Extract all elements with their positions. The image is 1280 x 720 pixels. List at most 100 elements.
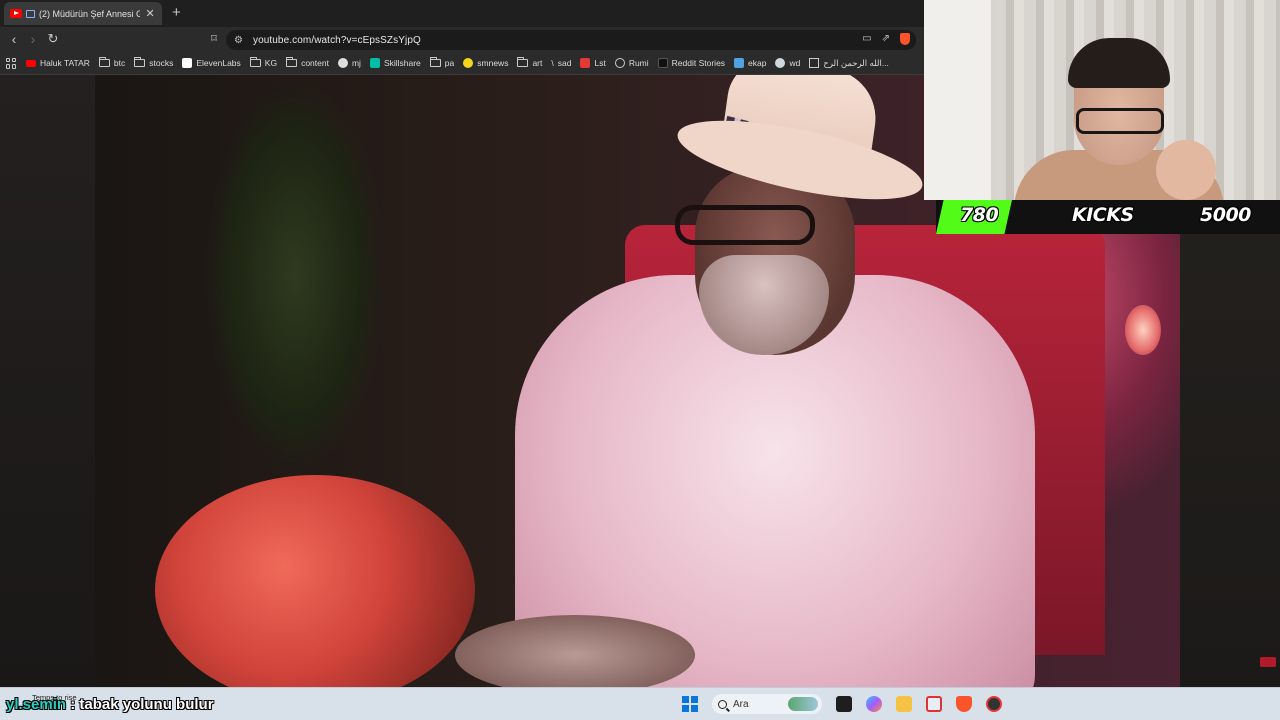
taskbar-icons: Ara <box>682 694 1002 714</box>
bookmark-content[interactable]: content <box>286 57 329 68</box>
browser-toolbar: ‹ › ↻ ⌑ ⚙ youtube.com/watch?v=cEpsSZsYjp… <box>0 27 924 52</box>
screen: (2) Müdürün Şef Annesi Gordo ✕ + ‹ › ↻ ⌑… <box>0 0 1280 720</box>
man-glasses <box>675 205 815 245</box>
address-bar[interactable]: ⚙ youtube.com/watch?v=cEpsSZsYjpQ ▭ ⇗ <box>226 30 916 50</box>
browser-tab[interactable]: (2) Müdürün Şef Annesi Gordo ✕ <box>4 2 162 25</box>
bookmark-page-icon[interactable]: ⌑ <box>206 31 222 47</box>
search-placeholder: Ara <box>733 698 749 710</box>
candle-light <box>1125 305 1161 355</box>
food-plate <box>455 615 695 687</box>
bookmark-sad[interactable]: \ sad <box>551 58 571 68</box>
bookmark-mj[interactable]: mj <box>337 58 361 68</box>
bird-icon <box>734 58 745 68</box>
tab-title: (2) Müdürün Şef Annesi Gordo <box>39 8 141 19</box>
bookmark-label: content <box>301 58 329 68</box>
bookmark-kg[interactable]: KG <box>249 57 278 68</box>
bookmark-label: btc <box>113 58 126 68</box>
bookmark-arabic[interactable]: الله الرحمن الرح... <box>809 58 889 69</box>
bookmark-label: KG <box>264 58 278 68</box>
kicks-label: KICKS <box>1072 204 1134 226</box>
bookmark-label: ekap <box>748 58 767 68</box>
bookmark-wd[interactable]: wd <box>775 58 800 68</box>
bookmark-label: stocks <box>149 58 174 68</box>
kicks-current: 780 <box>960 204 999 226</box>
bookmark-label: Reddit Stories <box>671 58 726 68</box>
bookmark-label: Haluk TATAR <box>40 58 90 68</box>
folder-icon <box>134 57 146 67</box>
bookmark-label: Lst <box>594 58 606 68</box>
bookmark-lst[interactable]: Lst <box>580 58 606 68</box>
streamer-webcam <box>924 0 1280 200</box>
url-text: youtube.com/watch?v=cEpsSZsYjpQ <box>252 34 421 46</box>
new-tab-icon[interactable]: + <box>172 4 181 22</box>
slash-icon: \ <box>551 58 554 68</box>
brave-shield-icon[interactable] <box>900 33 910 45</box>
red-flowers <box>155 475 475 687</box>
back-icon[interactable]: ‹ <box>6 31 22 47</box>
cast-icon[interactable]: ▭ <box>862 33 871 45</box>
bookmark-elevenlabs[interactable]: ElevenLabs <box>182 58 241 68</box>
search-icon <box>718 699 727 709</box>
bookmark-pa[interactable]: pa <box>429 57 455 68</box>
bookmark-skillshare[interactable]: Skillshare <box>369 58 421 68</box>
reload-icon[interactable]: ↻ <box>45 31 61 47</box>
folder-icon <box>98 57 110 67</box>
window-frame <box>924 0 994 200</box>
site-info-icon[interactable]: ⚙ <box>234 35 243 46</box>
youtube-icon <box>26 59 36 67</box>
bookmark-label: Skillshare <box>383 58 421 68</box>
book-icon <box>809 58 820 68</box>
windows-taskbar: Temps to rise yl.semin : tabak yolunu bu… <box>0 687 1280 720</box>
chat-separator: : <box>70 696 76 713</box>
bookmark-label: الله الرحمن الرح... <box>823 57 889 68</box>
github-icon <box>337 58 348 68</box>
bookmark-label: mj <box>351 58 361 68</box>
wd-icon <box>775 58 786 68</box>
bookmark-haluk-tatar[interactable]: Haluk TATAR <box>26 58 90 68</box>
share-icon[interactable]: ⇗ <box>882 33 890 45</box>
task-view-icon[interactable] <box>836 696 852 712</box>
apps-grid-icon[interactable] <box>6 57 17 69</box>
bookmark-stocks[interactable]: stocks <box>134 57 174 68</box>
snipping-tool-icon[interactable] <box>926 696 942 712</box>
browser-tab-bar: (2) Müdürün Şef Annesi Gordo ✕ + <box>0 0 924 27</box>
taskbar-search[interactable]: Ara <box>712 694 822 714</box>
bookmark-reddit-stories[interactable]: Reddit Stories <box>657 58 726 68</box>
copilot-icon[interactable] <box>866 696 882 712</box>
tab-close-icon[interactable]: ✕ <box>144 7 156 20</box>
bookmark-label: Rumi <box>628 58 649 68</box>
folder-icon <box>429 57 441 67</box>
search-highlight-icon <box>788 697 818 711</box>
bookmark-btc[interactable]: btc <box>98 57 126 68</box>
forward-icon[interactable]: › <box>25 31 41 47</box>
bookmark-label: smnews <box>477 58 509 68</box>
elevenlabs-icon <box>182 58 193 68</box>
s-icon <box>580 58 591 68</box>
folder-icon <box>517 57 529 67</box>
file-explorer-icon[interactable] <box>896 696 912 712</box>
smiley-icon <box>463 58 474 68</box>
bookmark-label: art <box>532 58 543 68</box>
skillshare-icon <box>369 58 380 68</box>
chat-message: yl.semin : tabak yolunu bulur <box>6 696 214 713</box>
bookmarks-bar: Haluk TATAR btc stocks ElevenLabs KG con… <box>0 52 924 75</box>
streamer-hand <box>1156 140 1216 200</box>
bookmark-smnews[interactable]: smnews <box>463 58 508 68</box>
tlc-logo-icon <box>1260 657 1276 667</box>
bookmark-ekap[interactable]: ekap <box>734 58 766 68</box>
brave-browser-icon[interactable] <box>956 696 972 712</box>
windows-start-icon[interactable] <box>682 696 698 712</box>
chat-text: tabak yolunu bulur <box>79 696 214 713</box>
bookmark-rumi[interactable]: Rumi <box>614 58 649 68</box>
chat-username: yl.semin <box>6 696 67 713</box>
bookmark-label: wd <box>789 58 801 68</box>
streamer-glasses <box>1076 108 1164 134</box>
folder-icon <box>286 57 298 67</box>
folder-icon <box>249 57 261 67</box>
kicks-goal: 5000 <box>1200 204 1251 226</box>
obs-icon[interactable] <box>986 696 1002 712</box>
bookmark-art[interactable]: art <box>517 57 543 68</box>
kicks-goal-bar: 780 KICKS 5000 <box>936 200 1280 234</box>
bookmark-label: sad <box>557 58 572 68</box>
bookmark-label: pa <box>444 58 455 68</box>
